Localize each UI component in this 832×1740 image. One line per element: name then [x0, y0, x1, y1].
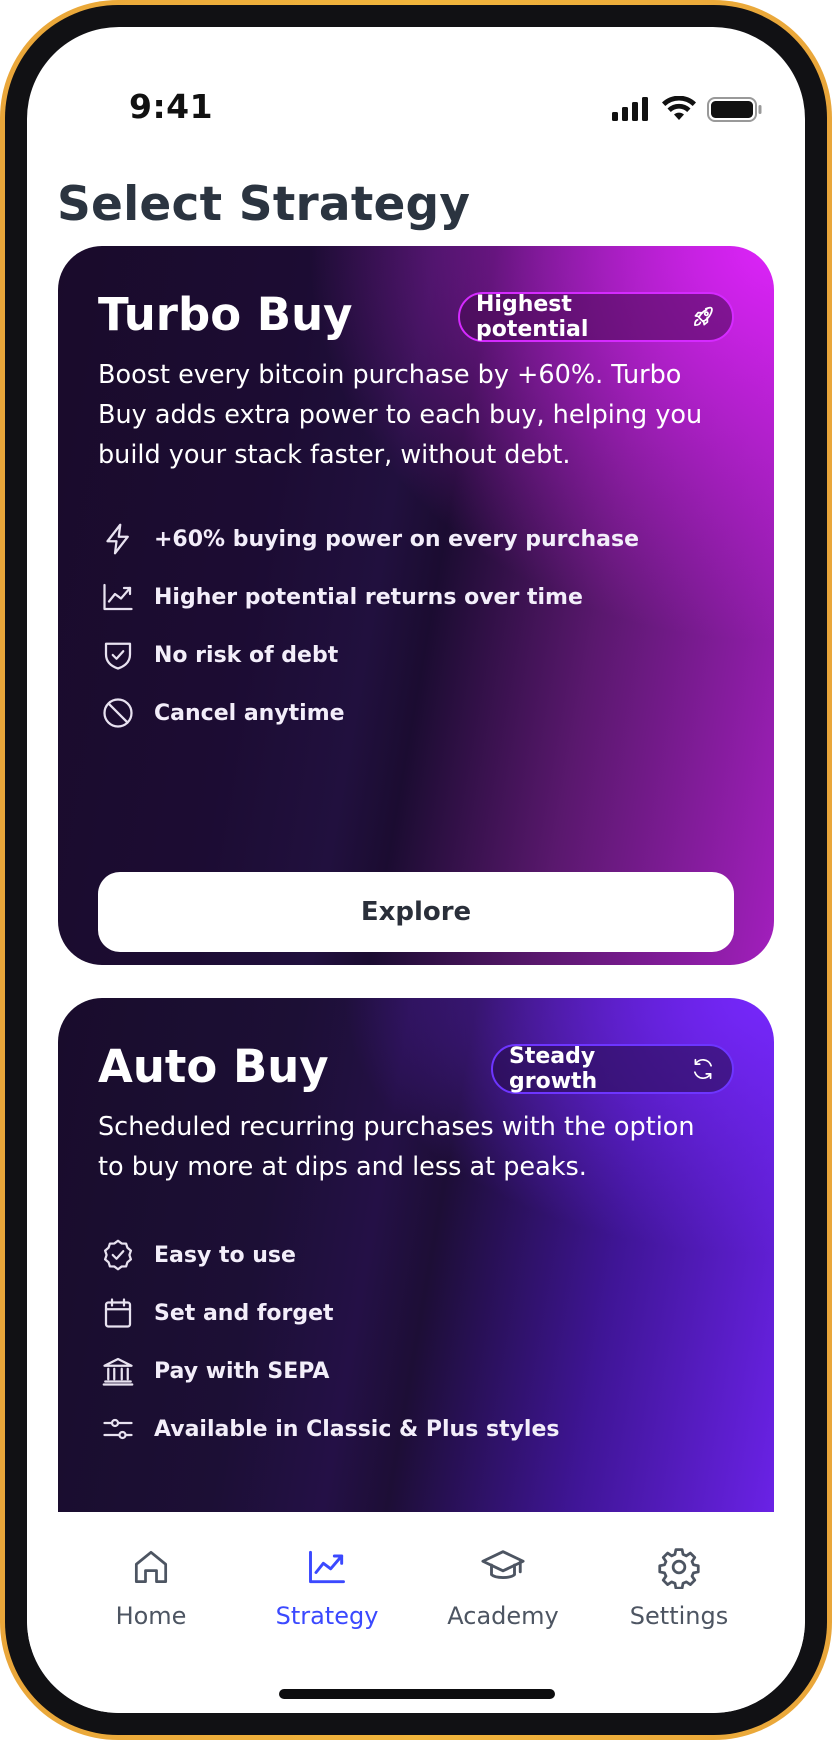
- home-icon: [126, 1542, 176, 1592]
- battery-icon: [707, 97, 762, 122]
- rocket-icon: [693, 306, 713, 327]
- sliders-icon: [98, 1409, 138, 1449]
- home-indicator[interactable]: [279, 1689, 555, 1699]
- nav-label: Settings: [629, 1602, 729, 1630]
- highest-potential-badge: Highest potential: [458, 292, 734, 342]
- shield-check-icon: [98, 635, 138, 675]
- nav-item-settings[interactable]: Settings: [604, 1542, 754, 1630]
- feature-item: No risk of debt: [98, 635, 338, 675]
- feature-item: Pay with SEPA: [98, 1351, 329, 1391]
- status-time: 9:41: [129, 87, 214, 126]
- feature-item: Higher potential returns over time: [98, 577, 583, 617]
- nav-item-home[interactable]: Home: [76, 1542, 226, 1630]
- auto-buy-description: Scheduled recurring purchases with the o…: [98, 1112, 695, 1182]
- bank-icon: [98, 1351, 138, 1391]
- page-title: Select Strategy: [57, 177, 471, 232]
- feature-label: No risk of debt: [154, 642, 339, 668]
- chart-up-icon: [98, 577, 138, 617]
- calendar-icon: [98, 1293, 138, 1333]
- feature-item: +60% buying power on every purchase: [98, 519, 639, 559]
- feature-label: Available in Classic & Plus styles: [154, 1416, 560, 1442]
- nav-label: Strategy: [275, 1602, 379, 1630]
- auto-buy-card[interactable]: Auto Buy Steady growth Scheduled recurri…: [58, 998, 774, 1512]
- gear-icon: [654, 1542, 704, 1592]
- auto-buy-title: Auto Buy: [98, 1040, 329, 1093]
- refresh-icon: [694, 1058, 712, 1080]
- feature-label: Cancel anytime: [154, 700, 345, 726]
- status-icons: [612, 96, 772, 127]
- lightning-icon: [98, 519, 138, 559]
- badge-label: Steady growth: [509, 1044, 598, 1094]
- nav-label: Academy: [447, 1602, 559, 1630]
- wifi-icon: [662, 96, 696, 120]
- badge-check-icon: [98, 1235, 138, 1275]
- feature-item: Available in Classic & Plus styles: [98, 1409, 560, 1449]
- feature-item: Cancel anytime: [98, 693, 345, 733]
- steady-growth-badge: Steady growth: [491, 1044, 734, 1094]
- feature-item: Easy to use: [98, 1235, 296, 1275]
- feature-item: Set and forget: [98, 1293, 334, 1333]
- nav-label: Home: [115, 1602, 187, 1630]
- graduation-cap-icon: [478, 1542, 528, 1592]
- cancel-icon: [98, 693, 138, 733]
- feature-label: +60% buying power on every purchase: [154, 526, 640, 552]
- chart-up-icon: [302, 1542, 352, 1592]
- badge-label: Highest potential: [476, 292, 589, 342]
- feature-label: Higher potential returns over time: [154, 584, 583, 610]
- feature-label: Pay with SEPA: [154, 1358, 330, 1384]
- nav-item-strategy[interactable]: Strategy: [252, 1542, 402, 1630]
- explore-button[interactable]: Explore: [98, 872, 734, 952]
- turbo-buy-description: Boost every bitcoin purchase by +60%. Tu…: [98, 360, 703, 470]
- feature-label: Easy to use: [154, 1242, 296, 1268]
- phone-screen: 9:41 Select Strategy Turbo Buy Highest p…: [27, 27, 805, 1713]
- signal-icon: [612, 97, 648, 121]
- turbo-buy-card[interactable]: Turbo Buy Highest potential Boost every …: [58, 246, 774, 965]
- nav-item-academy[interactable]: Academy: [428, 1542, 578, 1630]
- feature-label: Set and forget: [154, 1300, 334, 1326]
- bottom-nav: Home Strategy Academy Settings: [27, 1512, 805, 1713]
- turbo-buy-title: Turbo Buy: [98, 288, 353, 341]
